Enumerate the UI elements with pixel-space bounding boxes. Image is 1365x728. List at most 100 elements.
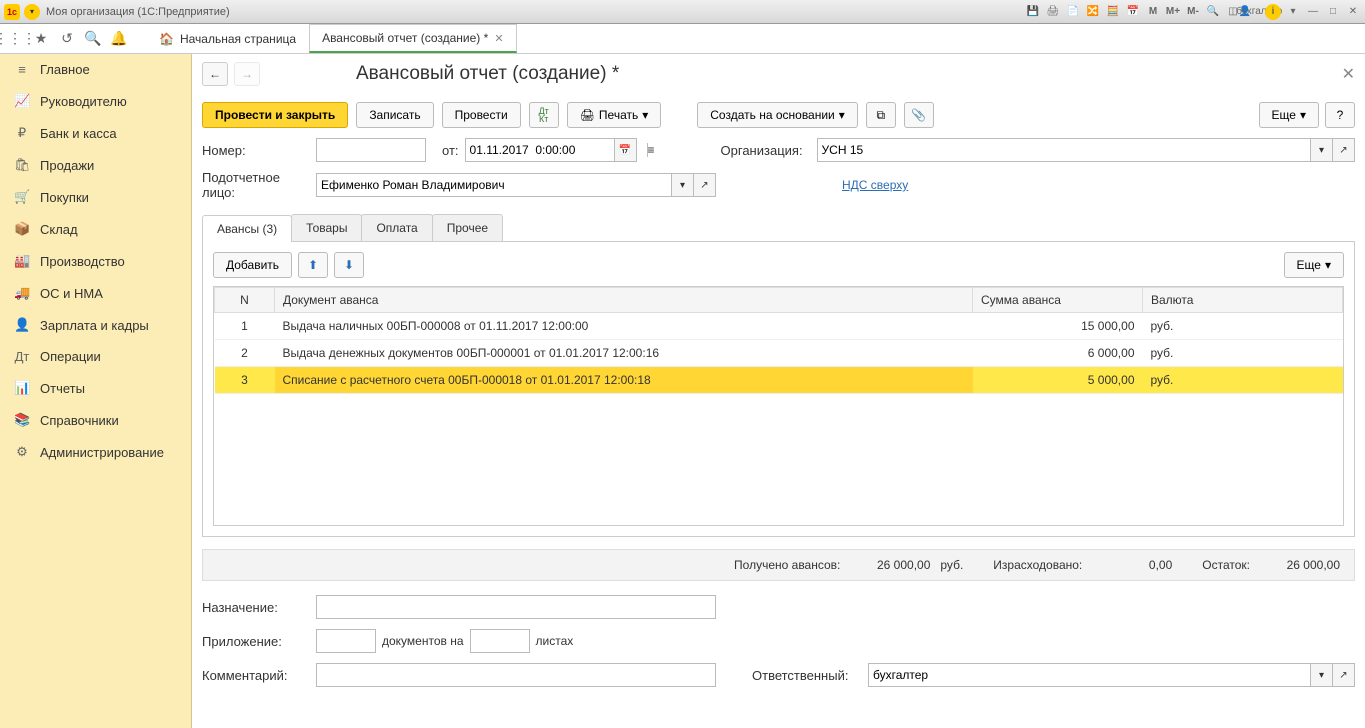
- sidebar-item-assets[interactable]: 🚚ОС и НМА: [0, 277, 191, 309]
- more-button[interactable]: Еще ▾: [1259, 102, 1319, 128]
- app-logo-icon: 1c: [4, 4, 20, 20]
- org-open-icon[interactable]: ↗: [1333, 138, 1355, 162]
- bell-icon[interactable]: 🔔: [110, 30, 128, 48]
- table-row[interactable]: 1 Выдача наличных 00БП-000008 от 01.11.2…: [215, 313, 1343, 340]
- grid-more-button[interactable]: Еще ▾: [1284, 252, 1344, 278]
- save-button[interactable]: Записать: [356, 102, 433, 128]
- sidebar-item-admin[interactable]: ⚙Администрирование: [0, 436, 191, 468]
- doc-icon[interactable]: 📄: [1065, 4, 1081, 20]
- attach-docs-input[interactable]: [316, 629, 376, 653]
- nds-link[interactable]: НДС сверху: [842, 178, 908, 192]
- spent-value: 0,00: [1092, 558, 1172, 572]
- factory-icon: 🏭: [14, 253, 30, 269]
- date-extra-button[interactable]: ≡: [647, 143, 655, 157]
- purpose-input[interactable]: [316, 595, 716, 619]
- resp-input[interactable]: [868, 663, 1311, 687]
- sidebar-item-directories[interactable]: 📚Справочники: [0, 404, 191, 436]
- received-currency: руб.: [940, 558, 963, 572]
- add-row-button[interactable]: Добавить: [213, 252, 292, 278]
- user-label[interactable]: 👤 бухгалтер: [1245, 4, 1261, 20]
- org-input[interactable]: [817, 138, 1311, 162]
- col-sum: Сумма аванса: [973, 288, 1143, 313]
- attach-pages-input[interactable]: [470, 629, 530, 653]
- person-input[interactable]: [316, 173, 672, 197]
- bag-icon: 🛍: [14, 157, 30, 173]
- close-window-icon[interactable]: ✕: [1345, 4, 1361, 20]
- tab-payment[interactable]: Оплата: [361, 214, 432, 241]
- help-button[interactable]: ?: [1325, 102, 1355, 128]
- col-n: N: [215, 288, 275, 313]
- window-titlebar: 1c ▾ Моя организация (1С:Предприятие) 💾 …: [0, 0, 1365, 24]
- sidebar-item-bank[interactable]: ₽Банк и касса: [0, 117, 191, 149]
- balance-label: Остаток:: [1202, 558, 1250, 572]
- move-up-button[interactable]: ⬆: [298, 252, 328, 278]
- advances-table: N Документ аванса Сумма аванса Валюта 1 …: [214, 287, 1343, 394]
- sidebar-item-reports[interactable]: 📊Отчеты: [0, 372, 191, 404]
- m-minus-button[interactable]: M-: [1185, 4, 1201, 20]
- tab-advances[interactable]: Авансы (3): [202, 215, 292, 242]
- resp-dropdown-icon[interactable]: ▾: [1311, 663, 1333, 687]
- tab-goods[interactable]: Товары: [291, 214, 362, 241]
- nav-back-button[interactable]: ←: [202, 62, 228, 86]
- attach-mid-label: документов на: [382, 634, 464, 648]
- search-icon[interactable]: 🔍: [84, 30, 102, 48]
- save-icon[interactable]: 💾: [1025, 4, 1041, 20]
- page-close-icon[interactable]: ✕: [1342, 64, 1355, 84]
- maximize-icon[interactable]: □: [1325, 4, 1341, 20]
- history-icon[interactable]: ↺: [58, 30, 76, 48]
- sidebar-item-hr[interactable]: 👤Зарплата и кадры: [0, 309, 191, 341]
- sidebar-item-production[interactable]: 🏭Производство: [0, 245, 191, 277]
- sidebar-item-manager[interactable]: 📈Руководителю: [0, 85, 191, 117]
- sidebar-item-warehouse[interactable]: 📦Склад: [0, 213, 191, 245]
- m-plus-button[interactable]: M+: [1165, 4, 1181, 20]
- person-icon: 👤: [14, 317, 30, 333]
- calendar-picker-icon[interactable]: 📅: [615, 138, 637, 162]
- app-menu-dropdown[interactable]: ▾: [24, 4, 40, 20]
- sidebar-item-purchases[interactable]: 🛒Покупки: [0, 181, 191, 213]
- minimize-icon[interactable]: —: [1305, 4, 1321, 20]
- print-button[interactable]: 🖨 Печать ▾: [567, 102, 662, 128]
- comment-input[interactable]: [316, 663, 716, 687]
- compare-icon[interactable]: 🔀: [1085, 4, 1101, 20]
- sidebar-item-main[interactable]: ≡Главное: [0, 54, 191, 85]
- dtkt-button[interactable]: ДтКт: [529, 102, 559, 128]
- table-row-selected[interactable]: 3 Списание с расчетного счета 00БП-00001…: [215, 367, 1343, 394]
- attach-button[interactable]: 📎: [904, 102, 934, 128]
- tab-close-icon[interactable]: ✕: [494, 32, 503, 45]
- from-label: от:: [442, 143, 459, 158]
- org-label: Организация:: [721, 143, 811, 158]
- org-dropdown-icon[interactable]: ▾: [1311, 138, 1333, 162]
- sidebar-item-sales[interactable]: 🛍Продажи: [0, 149, 191, 181]
- books-icon: 📚: [14, 412, 30, 428]
- spent-label: Израсходовано:: [993, 558, 1082, 572]
- dropdown-icon[interactable]: ▾: [1285, 4, 1301, 20]
- star-icon[interactable]: ★: [32, 30, 50, 48]
- apps-icon[interactable]: ⋮⋮⋮: [6, 30, 24, 48]
- create-based-button[interactable]: Создать на основании ▾: [697, 102, 858, 128]
- tab-advance-report[interactable]: Авансовый отчет (создание) * ✕: [309, 24, 516, 53]
- info-icon[interactable]: i: [1265, 4, 1281, 20]
- move-down-button[interactable]: ⬇: [334, 252, 364, 278]
- calendar-icon[interactable]: 📅: [1125, 4, 1141, 20]
- table-row[interactable]: 2 Выдача денежных документов 00БП-000001…: [215, 340, 1343, 367]
- person-open-icon[interactable]: ↗: [694, 173, 716, 197]
- zoom-icon[interactable]: 🔍: [1205, 4, 1221, 20]
- process-button[interactable]: Провести: [442, 102, 521, 128]
- nav-forward-button[interactable]: →: [234, 62, 260, 86]
- dtkt-icon: Дт: [14, 349, 30, 364]
- received-value: 26 000,00: [850, 558, 930, 572]
- date-input[interactable]: [465, 138, 615, 162]
- structure-button[interactable]: ⧉: [866, 102, 896, 128]
- received-label: Получено авансов:: [734, 558, 840, 572]
- resp-open-icon[interactable]: ↗: [1333, 663, 1355, 687]
- tab-start-page[interactable]: 🏠 Начальная страница: [146, 24, 309, 53]
- number-input[interactable]: [316, 138, 426, 162]
- print-icon[interactable]: 🖨: [1045, 4, 1061, 20]
- person-dropdown-icon[interactable]: ▾: [672, 173, 694, 197]
- col-doc: Документ аванса: [275, 288, 973, 313]
- calc-icon[interactable]: 🧮: [1105, 4, 1121, 20]
- m-button[interactable]: M: [1145, 4, 1161, 20]
- process-close-button[interactable]: Провести и закрыть: [202, 102, 348, 128]
- tab-other[interactable]: Прочее: [432, 214, 503, 241]
- sidebar-item-operations[interactable]: ДтОперации: [0, 341, 191, 372]
